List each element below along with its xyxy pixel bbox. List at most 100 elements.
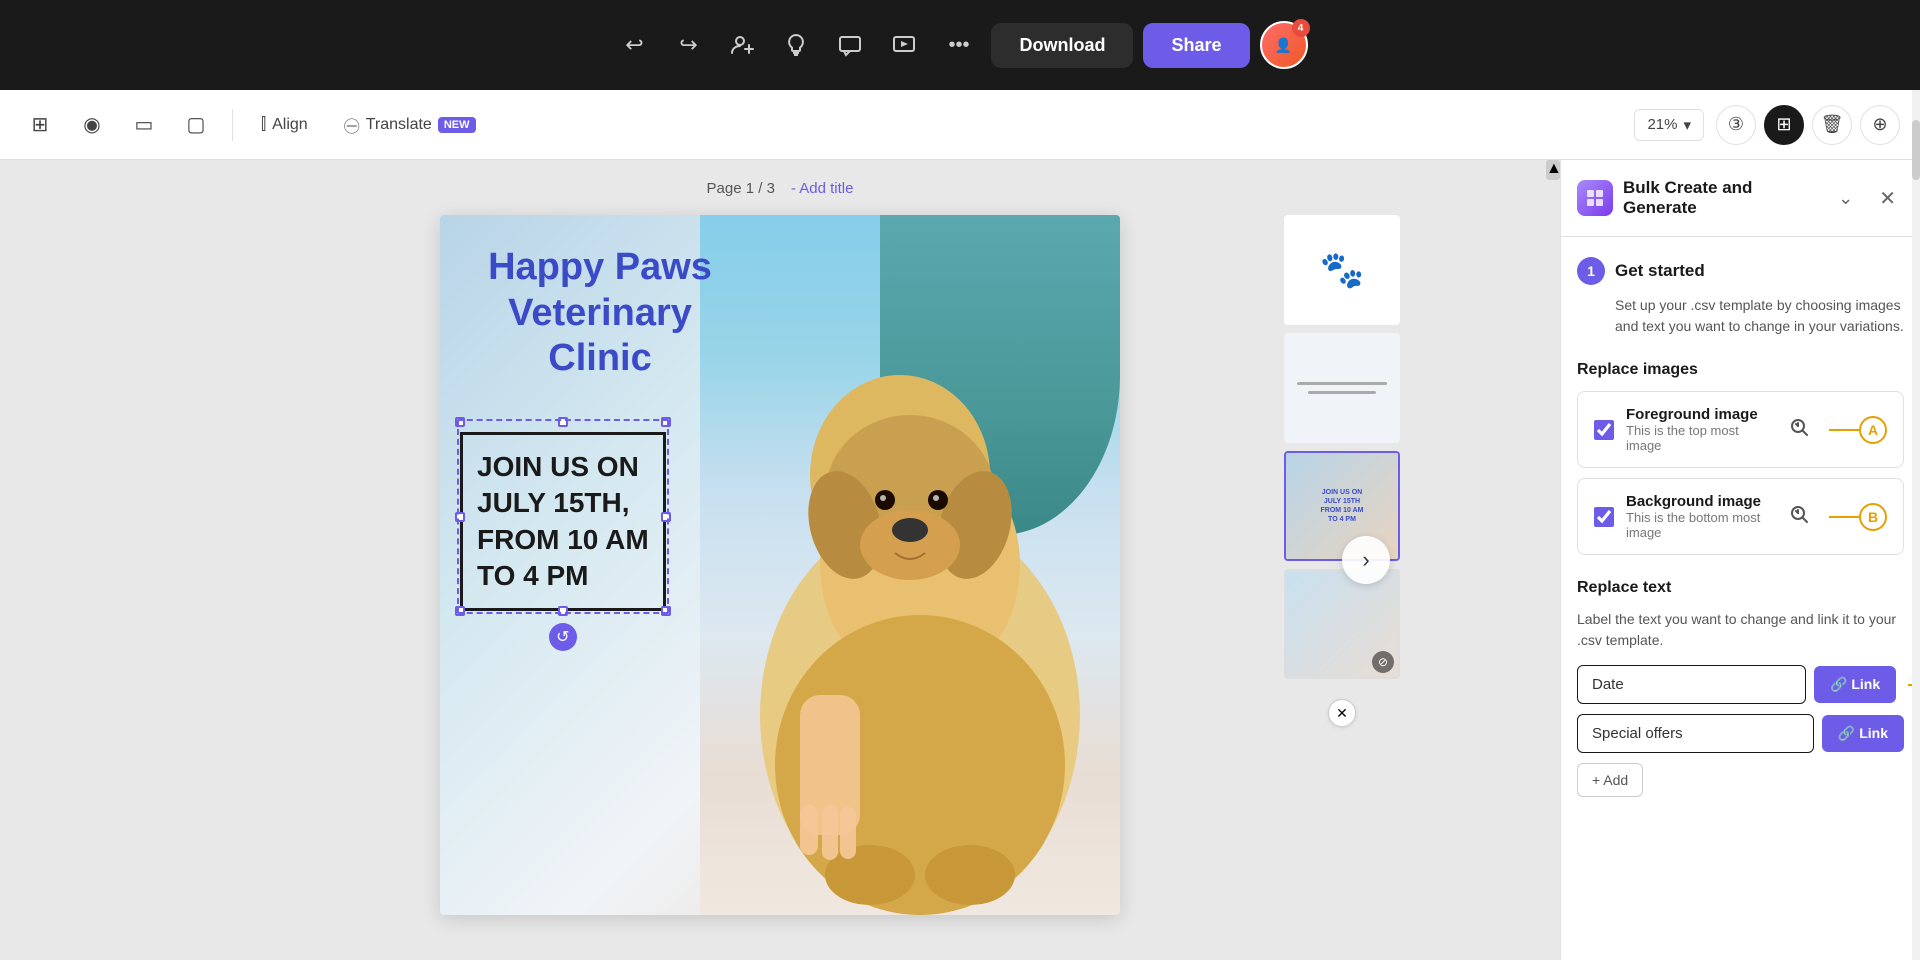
handle-tc: [558, 417, 568, 427]
design-text-area: Happy Paws Veterinary Clinic JOIN US ONJ…: [440, 215, 760, 915]
toolbar-divider-1: [232, 109, 233, 141]
rounded-rect-tool[interactable]: ▢: [176, 105, 216, 145]
background-image-search-button[interactable]: [1785, 500, 1813, 533]
next-page-arrow[interactable]: ›: [1342, 536, 1390, 584]
canvas-area: Page 1 / 3 - Add title: [0, 160, 1560, 960]
translate-label: Translate: [366, 116, 432, 134]
background-image-desc: This is the bottom most image: [1626, 510, 1773, 540]
align-label: Align: [272, 116, 308, 134]
foreground-image-checkbox[interactable]: [1594, 420, 1614, 440]
panel-scrollbar-thumb[interactable]: [1912, 160, 1920, 180]
special-offers-text-input[interactable]: [1577, 714, 1814, 753]
add-collaborator-button[interactable]: [720, 23, 764, 67]
new-badge: NEW: [438, 117, 476, 133]
handle-bl: [455, 606, 465, 616]
crop-tool[interactable]: ⊞: [20, 105, 60, 145]
translate-icon: ㊀: [344, 113, 360, 137]
present-button[interactable]: [882, 23, 926, 67]
thumb-line-1: [1297, 382, 1387, 385]
share-button[interactable]: Share: [1143, 23, 1249, 68]
handle-br: [661, 606, 671, 616]
design-card: Happy Paws Veterinary Clinic JOIN US ONJ…: [440, 215, 1120, 915]
special-offers-link-button[interactable]: 🔗 Link: [1822, 715, 1904, 752]
align-icon: ⫿: [261, 116, 266, 134]
background-image-option: Background image This is the bottom most…: [1577, 478, 1904, 555]
date-field-row: 🔗 Link C: [1577, 665, 1904, 704]
right-panel: ▲ Bulk Create and Generate ⌄ ✕ 1 Get sta…: [1560, 160, 1920, 960]
background-image-info: Background image This is the bottom most…: [1626, 493, 1773, 540]
date-text-selected[interactable]: JOIN US ONJULY 15TH,FROM 10 AMTO 4 PM: [460, 422, 666, 612]
date-box-text: JOIN US ONJULY 15TH,FROM 10 AMTO 4 PM: [477, 449, 649, 595]
lightbulb-button[interactable]: [774, 23, 818, 67]
grid-view-button[interactable]: ⊞: [1764, 105, 1804, 145]
foreground-image-name: Foreground image: [1626, 406, 1773, 423]
zoom-level: 21%: [1647, 116, 1677, 133]
download-button[interactable]: Download: [991, 23, 1133, 68]
toolbar: ⊞ ◉ ▭ ▢ ⫿ Align ㊀ Translate NEW 21% ▾ ③ …: [0, 90, 1920, 160]
dog-svg: [700, 215, 1120, 915]
foreground-image-info: Foreground image This is the top most im…: [1626, 406, 1773, 453]
date-link-button[interactable]: 🔗 Link: [1814, 666, 1896, 703]
get-started-description: Set up your .csv template by choosing im…: [1577, 295, 1904, 337]
notification-badge: 4: [1292, 19, 1310, 37]
panel-close-button[interactable]: ✕: [1871, 182, 1904, 215]
date-box: JOIN US ONJULY 15TH,FROM 10 AMTO 4 PM: [460, 432, 666, 612]
align-button[interactable]: ⫿ Align: [249, 110, 320, 140]
main-layout: Page 1 / 3 - Add title: [0, 160, 1920, 960]
handle-mr: [661, 512, 671, 522]
panel-title: Bulk Create and Generate: [1623, 178, 1820, 218]
panel-scroll-area[interactable]: 1 Get started Set up your .csv template …: [1561, 237, 1920, 960]
background-image-name: Background image: [1626, 493, 1773, 510]
filter-tool[interactable]: ◉: [72, 105, 112, 145]
handle-bc: [558, 606, 568, 616]
thumbnail-2[interactable]: [1284, 333, 1400, 443]
rotate-handle[interactable]: ↺: [549, 623, 577, 651]
date-text-input[interactable]: [1577, 665, 1806, 704]
design-title-line2: Veterinary Clinic: [460, 291, 740, 382]
zoom-dropdown-icon: ▾: [1683, 116, 1691, 134]
handle-ml: [455, 512, 465, 522]
design-main-title: Happy Paws Veterinary Clinic: [460, 245, 740, 382]
design-title-line1: Happy Paws: [460, 245, 740, 291]
translate-button[interactable]: ㊀ Translate NEW: [332, 107, 488, 143]
annotation-b-line: [1829, 516, 1859, 518]
panel-logo: [1577, 180, 1613, 216]
rectangle-tool[interactable]: ▭: [124, 105, 164, 145]
undo-button[interactable]: ↩: [612, 23, 656, 67]
get-started-header: 1 Get started: [1577, 257, 1904, 285]
thumb-overlay-icon: ⊘: [1372, 651, 1394, 673]
get-started-title: Get started: [1615, 261, 1705, 281]
replace-text-section: Replace text Label the text you want to …: [1577, 579, 1904, 797]
add-text-field-button[interactable]: + Add: [1577, 763, 1643, 797]
panel-scrollbar: [1912, 160, 1920, 960]
add-button[interactable]: ⊕: [1860, 105, 1900, 145]
topbar: ↩ ↪: [0, 0, 1920, 90]
zoom-selector[interactable]: 21% ▾: [1634, 109, 1704, 141]
add-title-link[interactable]: - Add title: [791, 180, 854, 197]
foreground-image-search-button[interactable]: [1785, 413, 1813, 446]
comment-button[interactable]: [828, 23, 872, 67]
annotation-a: A: [1859, 416, 1887, 444]
foreground-image-desc: This is the top most image: [1626, 423, 1773, 453]
page-indicator[interactable]: ③: [1716, 105, 1756, 145]
thumbnail-4[interactable]: ⊘: [1284, 569, 1400, 679]
thumbnail-1[interactable]: 🐾: [1284, 215, 1400, 325]
background-image-checkbox[interactable]: [1594, 507, 1614, 527]
delete-button[interactable]: 🗑: [1812, 105, 1852, 145]
avatar[interactable]: 👤 4: [1260, 21, 1308, 69]
panel-header: Bulk Create and Generate ⌄ ✕: [1561, 160, 1920, 237]
more-options-button[interactable]: •••: [936, 26, 981, 65]
redo-button[interactable]: ↪: [666, 23, 710, 67]
thumbnail-close-button[interactable]: ✕: [1328, 699, 1356, 727]
thumbnail-panel: 🐾 JOIN US ONJULY 15THFROM 10 AMTO 4 PM ⊘: [1284, 215, 1400, 707]
topbar-center-actions: ↩ ↪: [612, 21, 1307, 69]
toolbar-right: ③ ⊞ 🗑 ⊕: [1716, 105, 1900, 145]
page-label: Page 1 / 3 - Add title: [707, 180, 854, 197]
paw-icon: 🐾: [1320, 249, 1365, 291]
replace-text-description: Label the text you want to change and li…: [1577, 609, 1904, 651]
panel-collapse-button[interactable]: ⌄: [1830, 184, 1861, 213]
replace-text-title: Replace text: [1577, 579, 1904, 597]
replace-images-title: Replace images: [1577, 361, 1904, 379]
foreground-image-option: Foreground image This is the top most im…: [1577, 391, 1904, 468]
annotation-b: B: [1859, 503, 1887, 531]
